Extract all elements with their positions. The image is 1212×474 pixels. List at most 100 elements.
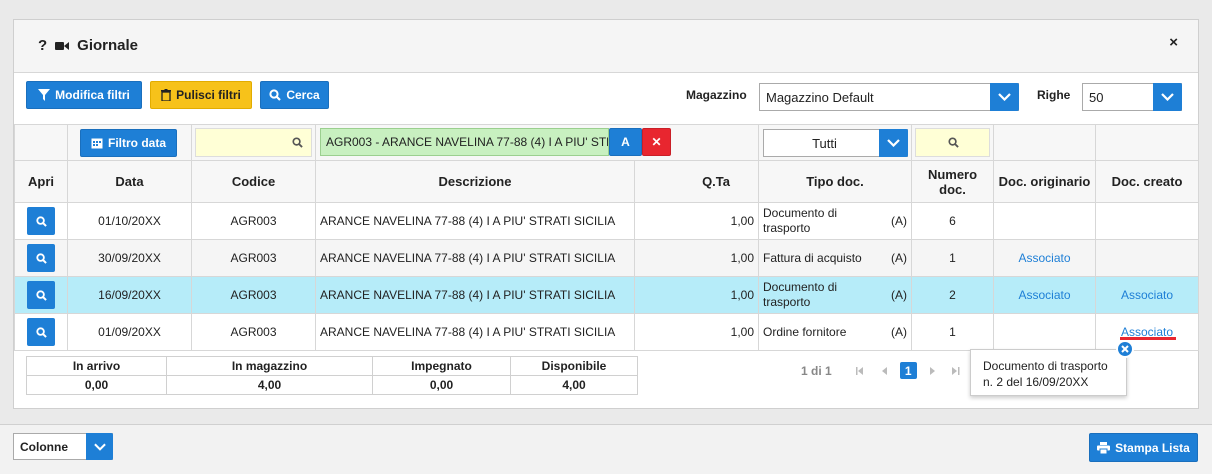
filter-row: Filtro data AGR003 - ARANCE NAVELINA 77-…	[14, 124, 1199, 161]
panel-header: ? Giornale ×	[14, 20, 1198, 73]
doc-number-filter-input[interactable]	[915, 128, 990, 157]
cell-date: 01/09/20XX	[67, 313, 192, 351]
close-icon[interactable]: ×	[1169, 34, 1178, 51]
doc-type-line2: trasporto	[763, 221, 811, 235]
doc-created-link[interactable]: Associato	[1121, 288, 1173, 302]
cell-code: AGR003	[191, 276, 316, 314]
cell-doc-number: 1	[911, 313, 994, 351]
cell-doc-type: Fattura di acquisto (A)	[758, 239, 912, 277]
warehouse-value: Magazzino Default	[766, 89, 874, 105]
doc-type-line1: Documento di	[763, 280, 838, 294]
cell-doc-type: Documento di trasporto (A)	[758, 202, 912, 240]
table-row[interactable]: 01/09/20XX AGR003 ARANCE NAVELINA 77-88 (4…	[14, 313, 1199, 351]
rows-value: 50	[1089, 89, 1104, 105]
columns-select[interactable]: Colonne	[13, 433, 113, 460]
header-row: Apri Data Codice Descrizione Q.Ta Tipo d…	[14, 160, 1199, 203]
search-icon	[35, 326, 47, 338]
tooltip-close-icon[interactable]	[1116, 340, 1134, 358]
search-icon	[35, 252, 47, 264]
doc-type-value: Tutti	[812, 135, 837, 151]
date-filter-label: Filtro data	[107, 136, 166, 150]
product-filter-a-label: A	[621, 135, 630, 149]
product-filter-input[interactable]: AGR003 - ARANCE NAVELINA 77-88 (4) I A P…	[320, 128, 609, 156]
first-page-icon[interactable]	[854, 366, 870, 376]
last-page-icon[interactable]	[947, 366, 963, 376]
cell-doc-type: Ordine fornitore (A)	[758, 313, 912, 351]
current-page-button[interactable]: 1	[899, 362, 917, 379]
doc-type-select[interactable]: Tutti	[763, 129, 908, 157]
col-doc-number-line2: doc.	[939, 181, 966, 197]
tooltip-line-2: n. 2 del 16/09/20XX	[983, 375, 1089, 389]
product-filter-clear-button[interactable]: ✕	[642, 128, 671, 156]
cell-description: ARANCE NAVELINA 77-88 (4) I A PIU' STRAT…	[315, 202, 635, 240]
col-doc-number-line1: Numero	[927, 166, 978, 182]
doc-type-flag: (A)	[891, 288, 907, 302]
open-row-button[interactable]	[27, 281, 55, 309]
summary-in-stock-value: 4,00	[166, 375, 373, 395]
pagination: 1 di 1 1	[801, 362, 963, 379]
code-filter-input[interactable]	[195, 128, 312, 157]
cell-doc-number: 2	[911, 276, 994, 314]
search-button[interactable]: Cerca	[260, 81, 329, 109]
columns-label: Colonne	[20, 439, 68, 454]
cell-qty: 1,00	[634, 276, 759, 314]
document-tooltip: Documento di trasporto n. 2 del 16/09/20…	[970, 349, 1127, 396]
col-doc-original[interactable]: Doc. originario	[993, 160, 1096, 203]
summary-in-stock-label: In magazzino	[166, 356, 373, 376]
rows-label: Righe	[1037, 88, 1071, 102]
cell-qty: 1,00	[634, 313, 759, 351]
open-row-button[interactable]	[27, 207, 55, 235]
chevron-down-icon	[879, 129, 908, 157]
trash-icon	[161, 89, 172, 101]
filter-icon	[38, 89, 51, 101]
clear-filters-button[interactable]: Pulisci filtri	[150, 81, 252, 109]
table-row[interactable]: 30/09/20XX AGR003 ARANCE NAVELINA 77-88 (4…	[14, 239, 1199, 277]
col-qty[interactable]: Q.Ta	[634, 160, 759, 203]
printer-icon	[1097, 441, 1111, 454]
print-list-label: Stampa Lista	[1115, 440, 1190, 455]
cell-description: ARANCE NAVELINA 77-88 (4) I A PIU' STRAT…	[315, 313, 635, 351]
pagination-info: 1 di 1	[801, 363, 832, 378]
search-label: Cerca	[286, 88, 320, 102]
table-body: 01/10/20XX AGR003 ARANCE NAVELINA 77-88 (4…	[14, 202, 1199, 351]
doc-original-link[interactable]: Associato	[1018, 288, 1070, 302]
open-row-button[interactable]	[27, 244, 55, 272]
footer-bar: Colonne Stampa Lista	[0, 424, 1212, 474]
search-icon	[35, 289, 47, 301]
col-qty-label: Q.Ta	[702, 174, 730, 189]
date-filter-button[interactable]: Filtro data	[80, 129, 177, 157]
print-list-button[interactable]: Stampa Lista	[1089, 433, 1198, 462]
summary-available-label: Disponibile	[510, 356, 638, 376]
cell-date: 16/09/20XX	[67, 276, 192, 314]
product-filter-value: AGR003 - ARANCE NAVELINA 77-88 (4) I A P…	[326, 135, 608, 149]
warehouse-select[interactable]: Magazzino Default	[759, 83, 1019, 111]
table-row[interactable]: 16/09/20XX AGR003 ARANCE NAVELINA 77-88 (4…	[14, 276, 1199, 314]
close-icon: ✕	[651, 135, 662, 149]
edit-filters-button[interactable]: Modifica filtri	[26, 81, 142, 109]
col-open[interactable]: Apri	[14, 160, 68, 203]
cell-date: 01/10/20XX	[67, 202, 192, 240]
journal-table: Filtro data AGR003 - ARANCE NAVELINA 77-…	[14, 124, 1199, 351]
col-code[interactable]: Codice	[191, 160, 316, 203]
video-camera-icon	[55, 41, 70, 50]
col-doc-type[interactable]: Tipo doc.	[758, 160, 912, 203]
next-page-icon[interactable]	[927, 366, 937, 376]
table-row[interactable]: 01/10/20XX AGR003 ARANCE NAVELINA 77-88 (4…	[14, 202, 1199, 240]
col-date[interactable]: Data	[67, 160, 192, 203]
open-row-button[interactable]	[27, 318, 55, 346]
calendar-icon	[91, 138, 103, 149]
col-doc-number[interactable]: Numero doc.	[911, 160, 994, 203]
product-filter-a-button[interactable]: A	[609, 128, 642, 156]
rows-select[interactable]: 50	[1082, 83, 1182, 111]
col-description[interactable]: Descrizione	[315, 160, 635, 203]
col-doc-created[interactable]: Doc. creato	[1095, 160, 1199, 203]
summary-value-row: 0,00 4,00 0,00 4,00	[26, 375, 638, 395]
prev-page-icon[interactable]	[880, 366, 890, 376]
summary-incoming-label: In arrivo	[26, 356, 167, 376]
cell-doc-number: 6	[911, 202, 994, 240]
summary-committed-label: Impegnato	[372, 356, 511, 376]
help-icon[interactable]: ?	[38, 37, 47, 54]
stock-summary: In arrivo In magazzino Impegnato Disponi…	[26, 356, 638, 395]
doc-original-link[interactable]: Associato	[1018, 251, 1070, 265]
edit-filters-label: Modifica filtri	[55, 88, 130, 102]
